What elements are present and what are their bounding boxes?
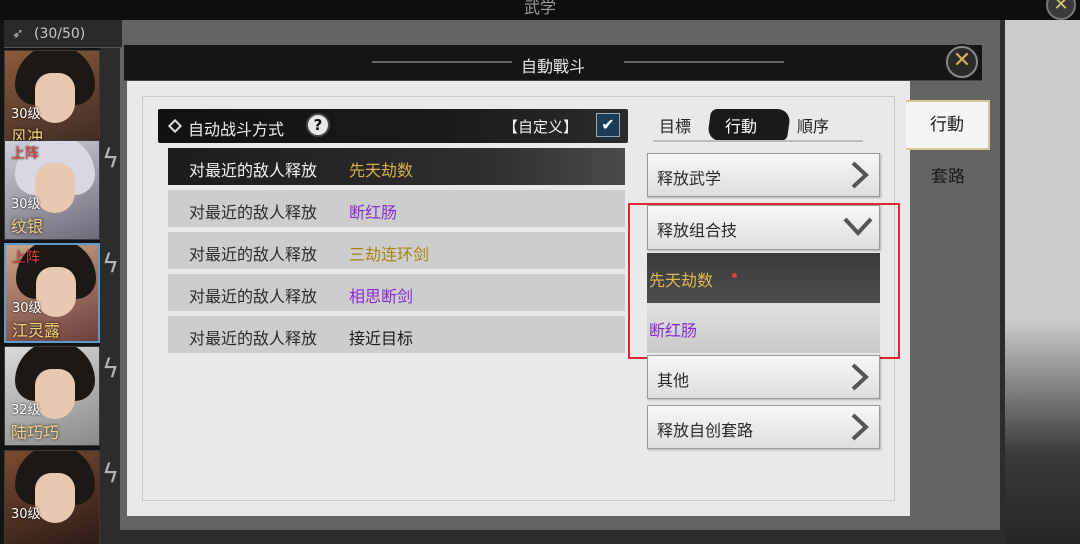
top-bar: 武学 xyxy=(0,0,1080,20)
release-custom-routine-button[interactable]: 释放自创套路 xyxy=(647,405,880,449)
action-desc: 对最近的敌人释放 xyxy=(189,287,318,306)
side-tab-routine[interactable]: 套路 xyxy=(906,162,990,192)
roster-count-text: (30/50) xyxy=(34,26,86,42)
action-skill: 断红肠 xyxy=(349,203,398,222)
action-row[interactable]: 对最近的敌人释放 断红肠 xyxy=(168,190,625,228)
highlight-box xyxy=(628,203,900,359)
auto-battle-method-header: 自动战斗方式 ? 【自定义】 ✔ xyxy=(158,109,628,143)
action-row[interactable]: 对最近的敌人释放 接近目标 xyxy=(168,316,625,354)
lightning-icon: ϟ xyxy=(102,249,120,279)
tab-target[interactable]: 目標 xyxy=(659,113,691,137)
action-desc: 对最近的敌人释放 xyxy=(189,203,318,222)
diamond-icon xyxy=(167,118,183,134)
background-right-panel xyxy=(1005,20,1080,544)
modal-header: 自動戰斗 xyxy=(124,45,982,81)
menu-label: 释放武学 xyxy=(657,169,722,188)
chevron-right-icon xyxy=(849,413,869,441)
menu-label: 其他 xyxy=(657,371,690,390)
action-desc: 对最近的敌人释放 xyxy=(189,329,318,348)
tab-underline xyxy=(653,140,863,142)
action-skill: 相思断剑 xyxy=(349,287,414,306)
hero-card[interactable]: 上阵 30级 纹银 xyxy=(4,140,100,240)
hero-level: 30级 xyxy=(11,507,41,522)
ink-brush-decoration xyxy=(1005,320,1080,544)
hero-face xyxy=(36,267,76,317)
category-tabs: 目標 行動 順序 xyxy=(645,109,875,142)
hero-face xyxy=(35,163,75,213)
deploy-badge: 上阵 xyxy=(12,250,40,266)
side-tabs: 行動 套路 xyxy=(906,100,990,360)
hero-card[interactable]: 32级 陆巧巧 xyxy=(4,346,100,446)
action-desc: 对最近的敌人释放 xyxy=(189,161,318,180)
help-question-icon[interactable]: ? xyxy=(306,113,330,137)
action-skill: 三劫连环剑 xyxy=(349,245,430,264)
menu-label: 释放自创套路 xyxy=(657,421,754,440)
tab-order[interactable]: 順序 xyxy=(797,113,829,137)
action-skill: 接近目标 xyxy=(349,329,414,348)
hero-level: 32级 xyxy=(11,403,41,418)
custom-label: 【自定义】 xyxy=(503,118,579,136)
lightning-icon: ϟ xyxy=(102,354,120,384)
hero-card[interactable]: 上阵 30级 江灵露 xyxy=(4,243,100,343)
top-bar-title: 武学 xyxy=(523,0,556,17)
action-row[interactable]: 对最近的敌人释放 相思断剑 xyxy=(168,274,625,312)
hero-level: 30级 xyxy=(11,107,41,122)
chevron-right-icon xyxy=(849,161,869,189)
section-title: 自动战斗方式 xyxy=(188,120,285,139)
action-row[interactable]: 对最近的敌人释放 先天劫数 xyxy=(168,148,625,186)
game-screen: 武学 ✕ ϟ ϟ ϟ ϟ ➶ (30/50) 30级 风冲 上阵 30级 纹银 上… xyxy=(0,0,1080,544)
modal-title: 自動戰斗 xyxy=(520,57,585,76)
chevron-right-icon xyxy=(849,363,869,391)
other-button[interactable]: 其他 xyxy=(647,355,880,399)
custom-checkbox[interactable]: ✔ xyxy=(596,113,620,137)
action-desc: 对最近的敌人释放 xyxy=(189,245,318,264)
hero-face xyxy=(35,73,75,123)
hero-face xyxy=(35,369,75,419)
side-tab-action[interactable]: 行動 xyxy=(906,100,990,150)
release-skill-button[interactable]: 释放武学 xyxy=(647,153,880,197)
hero-level: 30级 xyxy=(12,301,42,316)
hero-card[interactable]: 30级 xyxy=(4,450,100,544)
hero-name: 纹银 xyxy=(11,217,44,236)
roster-count: ➶ (30/50) xyxy=(4,20,122,48)
deploy-badge: 上阵 xyxy=(11,146,39,162)
close-x-icon[interactable]: ✕ xyxy=(946,46,978,78)
hero-name: 陆巧巧 xyxy=(11,423,60,442)
action-skill: 先天劫数 xyxy=(349,161,414,180)
action-row[interactable]: 对最近的敌人释放 三劫连环剑 xyxy=(168,232,625,270)
lightning-icon: ϟ xyxy=(102,459,120,489)
hero-name: 江灵露 xyxy=(12,321,61,340)
lightning-icon: ϟ xyxy=(102,144,120,174)
hero-face xyxy=(35,473,75,523)
hero-level: 30级 xyxy=(11,197,41,212)
tab-action[interactable]: 行動 xyxy=(725,113,757,137)
feather-icon: ➶ xyxy=(12,26,24,42)
hero-card[interactable]: 30级 风冲 xyxy=(4,50,100,150)
